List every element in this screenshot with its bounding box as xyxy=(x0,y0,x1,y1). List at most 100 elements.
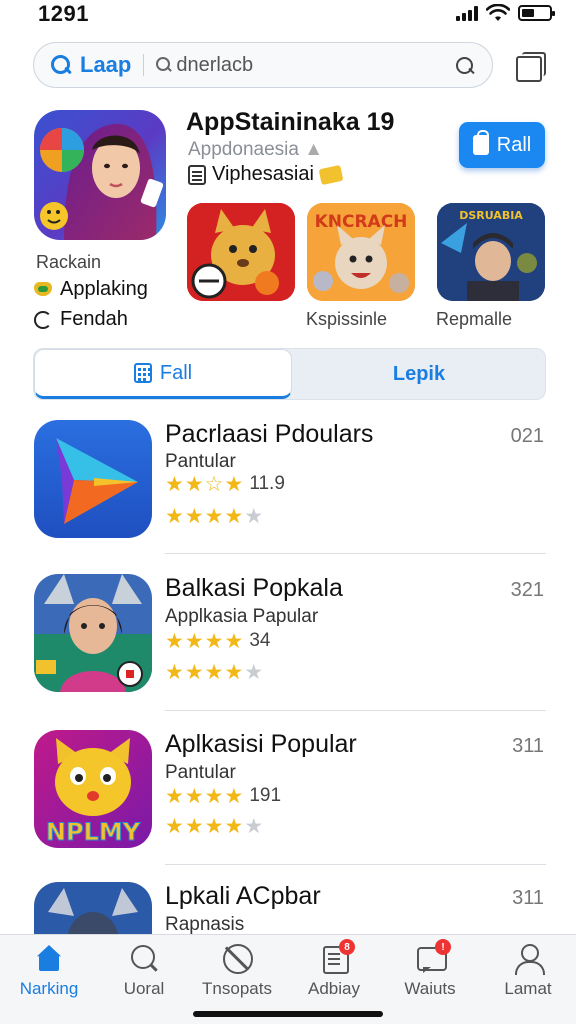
app-icon: NPLMY xyxy=(34,730,152,848)
bag-icon xyxy=(472,130,489,155)
app-icon xyxy=(34,574,152,692)
svg-text:KNCRACH: KNCRACH xyxy=(315,212,408,232)
app-rating: ★ ★ ★ ★ 191 xyxy=(165,785,281,807)
app-name: Balkasi Popkala xyxy=(165,574,343,602)
star-rating-bottom: ★ ★ ★ ★ ★ xyxy=(165,815,264,838)
side-row-applaking[interactable]: Applaking xyxy=(34,278,148,301)
divider xyxy=(165,710,546,711)
side-row-applaking-label: Applaking xyxy=(60,278,148,300)
ban-icon xyxy=(222,943,253,974)
app-category: Applkasia Papular xyxy=(165,606,319,627)
thumb-icon: ▲ xyxy=(304,139,324,160)
tab-lamat[interactable]: Lamat xyxy=(480,943,576,999)
app-count: 321 xyxy=(510,579,544,601)
app-name: Lpkali ACpbar xyxy=(165,882,321,910)
search-bar[interactable]: Laap dnerlacb xyxy=(33,42,493,88)
document-icon: 8 xyxy=(319,939,355,974)
featured-subtitle-text: Appdonaesia xyxy=(188,139,299,160)
app-category: Pantular xyxy=(165,762,236,783)
thumbnail-2[interactable]: KNCRACH xyxy=(307,203,415,301)
star-rating-top: ★ ★ ★ ★ xyxy=(165,784,244,808)
app-rating-value: 191 xyxy=(249,785,282,806)
divider xyxy=(165,864,546,865)
thumbnail-3-label: Repmalle xyxy=(436,309,513,329)
tab-uoral-label: Uoral xyxy=(123,979,165,998)
home-icon xyxy=(34,943,64,973)
featured-subtitle: Appdonaesia ▲ xyxy=(188,139,323,161)
search-icon xyxy=(50,54,72,76)
status-icons xyxy=(456,4,555,22)
featured-info-text: Viphesasiai xyxy=(212,163,314,185)
side-row-fendah[interactable]: Fendah xyxy=(34,308,128,331)
star-rating-bottom: ★ ★ ★ ★ ★ xyxy=(165,661,264,684)
list-item[interactable]: Balkasi Popkala Applkasia Papular ★ ★ ★ ★ 3… xyxy=(0,574,576,724)
divider xyxy=(165,553,546,554)
search-small-icon xyxy=(156,57,172,73)
tab-waiuts[interactable]: ! Waiuts xyxy=(382,939,478,999)
app-icon xyxy=(34,420,152,538)
app-category: Rapnasis xyxy=(165,914,245,935)
tab-fall[interactable]: Fall xyxy=(34,349,292,399)
lens-icon[interactable] xyxy=(454,54,476,76)
svg-text:NPLMY: NPLMY xyxy=(46,818,141,846)
notification-badge: 8 xyxy=(339,939,355,955)
search-icon xyxy=(129,943,159,973)
search-input[interactable]: dnerlacb xyxy=(176,54,253,77)
star-rating-top: ★ ★ ☆ ★ xyxy=(165,472,244,496)
status-bar: 1291 xyxy=(0,0,576,30)
star-rating-bottom: ★ ★ ★ ★ ★ xyxy=(165,505,264,528)
battery-icon xyxy=(518,5,555,21)
badge-icon xyxy=(34,281,52,298)
grid-icon xyxy=(133,363,152,383)
tab-tnsopats[interactable]: Tnsopats xyxy=(189,943,285,999)
status-time: 1291 xyxy=(38,1,89,26)
featured-app-icon[interactable] xyxy=(34,110,166,240)
tab-uoral[interactable]: Uoral xyxy=(96,943,192,999)
get-button-label: Rall xyxy=(496,133,532,156)
featured-info: Viphesasiai xyxy=(188,163,344,186)
svg-text:DSRUABIA: DSRUABIA xyxy=(459,209,523,222)
star-rating-top: ★ ★ ★ ★ xyxy=(165,629,244,653)
app-rating-value: 11.9 xyxy=(249,473,285,494)
app-count: 021 xyxy=(510,425,544,447)
featured-title: AppStaininaka 19 xyxy=(186,108,395,136)
message-icon: ! xyxy=(415,939,451,973)
signal-icon xyxy=(456,5,478,21)
get-button[interactable]: Rall xyxy=(459,122,545,168)
wifi-icon xyxy=(486,4,510,21)
tab-adbiay-label: Adbiay xyxy=(308,979,360,998)
user-icon xyxy=(513,943,545,975)
list-item[interactable]: NPLMY Aplkasisi Popular Pantular ★ ★ ★ ★ 19… xyxy=(0,730,576,880)
side-label: Rackain xyxy=(36,252,102,272)
home-indicator[interactable] xyxy=(193,1011,383,1017)
app-name: Pacrlaasi Pdoulars xyxy=(165,420,374,448)
thumbnail-2-label: Kspissinle xyxy=(306,309,388,329)
app-count: 311 xyxy=(512,735,544,757)
app-rating-value: 34 xyxy=(249,630,271,651)
tab-lepik-label: Lepik xyxy=(392,362,446,385)
tab-narking-label: Narking xyxy=(19,979,79,998)
segmented-control: Fall Lepik xyxy=(33,348,546,400)
tab-fall-label: Fall xyxy=(159,361,193,384)
app-count: 311 xyxy=(512,887,544,909)
calendar-icon xyxy=(188,164,206,185)
search-divider xyxy=(143,54,145,76)
app-category: Pantular xyxy=(165,451,236,472)
app-rating: ★ ★ ★ ★ 34 xyxy=(165,630,270,652)
thumbnail-1[interactable] xyxy=(187,203,295,301)
tab-tnsopats-label: Tnsopats xyxy=(202,979,272,998)
tab-lepik[interactable]: Lepik xyxy=(292,349,546,399)
tab-waiuts-label: Waiuts xyxy=(404,979,456,998)
thumbnail-3[interactable]: DSRUABIA xyxy=(437,203,545,301)
app-rating: ★ ★ ☆ ★ 11.9 xyxy=(165,473,285,495)
search-label: Laap xyxy=(80,52,132,77)
refresh-icon xyxy=(34,310,52,329)
app-name: Aplkasisi Popular xyxy=(165,730,357,758)
notification-badge: ! xyxy=(435,939,451,955)
side-row-fendah-label: Fendah xyxy=(60,308,128,330)
copy-icon[interactable] xyxy=(516,52,546,82)
tab-lamat-label: Lamat xyxy=(504,979,552,998)
tab-adbiay[interactable]: 8 Adbiay xyxy=(286,939,382,999)
list-item[interactable]: Pacrlaasi Pdoulars Pantular ★ ★ ☆ ★ 11.9 ★ ★… xyxy=(0,420,576,570)
tab-narking[interactable]: Narking xyxy=(1,943,97,999)
